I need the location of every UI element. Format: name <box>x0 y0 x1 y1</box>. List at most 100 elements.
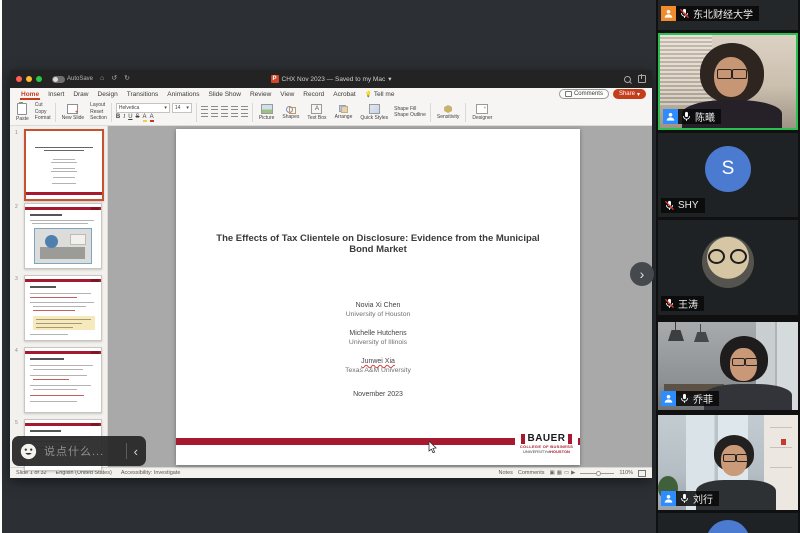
participant-tile-partial[interactable] <box>658 513 798 533</box>
shapes-button[interactable]: Shapes <box>280 105 301 120</box>
tab-animations[interactable]: Animations <box>166 91 200 100</box>
text-highlight-button[interactable]: A <box>143 114 147 122</box>
designer-button[interactable]: Designer <box>470 104 494 121</box>
text-box-button[interactable]: Text Box <box>305 104 328 121</box>
cut-button[interactable]: Cut <box>35 103 51 109</box>
decor-line <box>30 430 60 432</box>
tab-home[interactable]: Home <box>20 91 40 100</box>
align-center-button[interactable] <box>211 113 218 119</box>
line-spacing-button[interactable] <box>241 106 248 112</box>
decor-line <box>30 395 83 396</box>
tab-draw[interactable]: Draw <box>72 91 89 100</box>
mic-on-icon <box>679 493 690 504</box>
share-window-icon[interactable] <box>638 75 646 83</box>
share-button[interactable]: Share ▾ <box>613 89 646 99</box>
indent-increase-button[interactable] <box>231 106 238 112</box>
participant-tile-liuxing[interactable]: 刘行 <box>658 415 798 510</box>
slideshow-button[interactable]: ▶ <box>571 470 575 476</box>
participant-tile-shy[interactable]: S SHY <box>658 133 798 217</box>
tab-view[interactable]: View <box>279 91 295 100</box>
format-painter-button[interactable]: Format <box>35 116 51 122</box>
chat-quick-input[interactable]: 说点什么... ‹ <box>12 436 146 466</box>
zoom-window-button[interactable] <box>36 76 42 82</box>
accessibility-status[interactable]: Accessibility: Investigate <box>121 470 181 476</box>
text-direction-button[interactable] <box>241 113 248 119</box>
slide-thumbnail-3[interactable] <box>24 275 102 341</box>
participant-tile-dongbei[interactable]: 东北财经大学 <box>658 0 798 30</box>
thumb-number: 1 <box>15 130 18 136</box>
participants-panel[interactable]: 东北财经大学 <box>656 0 800 533</box>
decor-line <box>30 286 56 288</box>
thumb-number: 4 <box>15 348 18 354</box>
tab-record[interactable]: Record <box>302 91 325 100</box>
slide-thumbnail-4[interactable] <box>24 347 102 413</box>
comments-pane-button[interactable]: Comments <box>518 470 545 476</box>
slide-thumbnail-panel[interactable]: 1 2 3 4 5 <box>10 126 108 467</box>
numbering-button[interactable] <box>211 106 218 112</box>
close-window-button[interactable] <box>16 76 22 82</box>
sensitivity-button[interactable]: Sensitivity <box>435 105 462 120</box>
tab-review[interactable]: Review <box>249 91 272 100</box>
layout-button[interactable]: Layout <box>90 103 107 109</box>
notes-button[interactable]: Notes <box>499 470 513 476</box>
bold-button[interactable]: B <box>116 114 120 120</box>
participant-tile-qiaofei[interactable]: 乔菲 <box>658 322 798 410</box>
avatar-photo <box>702 236 754 288</box>
tab-design[interactable]: Design <box>97 91 119 100</box>
home-icon[interactable]: ⌂ <box>100 75 104 83</box>
chevron-left-icon[interactable]: ‹ <box>134 445 138 458</box>
fit-slide-button[interactable] <box>638 470 646 477</box>
minimize-window-button[interactable] <box>26 76 32 82</box>
decor-line <box>30 334 68 335</box>
expand-panel-button[interactable]: › <box>630 262 654 286</box>
tab-insert[interactable]: Insert <box>47 91 65 100</box>
align-right-button[interactable] <box>221 113 228 119</box>
tab-transitions[interactable]: Transitions <box>126 91 160 100</box>
reading-view-button[interactable]: ▭ <box>564 470 569 476</box>
ppt-body: 1 2 3 4 5 <box>10 126 652 467</box>
autosave-toggle[interactable]: AutoSave <box>52 76 93 83</box>
text-box-icon <box>311 104 322 114</box>
tab-tell-me[interactable]: 💡 Tell me <box>364 91 396 100</box>
zoom-slider[interactable] <box>580 473 614 474</box>
font-size-select[interactable]: 14 ▾ <box>172 103 192 113</box>
slide-thumbnail-2[interactable] <box>24 203 102 269</box>
undo-icon[interactable]: ↺ <box>111 75 117 83</box>
paste-button[interactable]: Paste <box>14 103 31 122</box>
slide-thumbnail-1-selected[interactable] <box>24 129 104 201</box>
tab-acrobat[interactable]: Acrobat <box>332 91 356 100</box>
tab-slide-show[interactable]: Slide Show <box>207 91 242 100</box>
redo-icon[interactable]: ↻ <box>124 75 130 83</box>
bullets-button[interactable] <box>201 106 208 112</box>
section-button[interactable]: Section <box>90 116 107 122</box>
decor-shelf-line <box>770 467 792 468</box>
comments-button[interactable]: Comments <box>559 89 609 99</box>
slide-date: November 2023 <box>176 391 580 398</box>
columns-button[interactable] <box>231 113 238 119</box>
search-icon[interactable] <box>624 76 631 83</box>
strikethrough-button[interactable]: S <box>136 114 140 120</box>
font-color-button[interactable]: A <box>150 114 154 122</box>
font-name-select[interactable]: Helvetica ▾ <box>116 103 170 113</box>
decor-glasses <box>723 454 736 462</box>
thumb-number: 2 <box>15 204 18 210</box>
indent-decrease-button[interactable] <box>221 106 228 112</box>
new-slide-button[interactable]: New Slide <box>60 104 87 121</box>
emoji-smiley-icon[interactable] <box>20 443 37 460</box>
quick-styles-button[interactable]: Quick Styles <box>358 104 390 121</box>
current-slide[interactable]: The Effects of Tax Clientele on Disclosu… <box>176 129 580 465</box>
underline-button[interactable]: U <box>128 114 132 120</box>
picture-button[interactable]: Picture <box>257 104 277 121</box>
align-left-button[interactable] <box>201 113 208 119</box>
chevron-right-icon: › <box>640 266 645 282</box>
arrange-button[interactable]: Arrange <box>333 105 355 120</box>
zoom-level[interactable]: 110% <box>619 470 633 476</box>
author-affiliation: University of Houston <box>176 310 580 319</box>
slide-sorter-view-button[interactable]: ▦ <box>557 470 562 476</box>
shape-outline-button[interactable]: Shape Outline <box>394 113 426 119</box>
normal-view-button[interactable]: ▣ <box>549 470 554 476</box>
italic-button[interactable]: I <box>123 114 125 120</box>
participant-tile-chenxi[interactable]: 陈曦 <box>658 33 798 130</box>
chat-placeholder[interactable]: 说点什么... <box>44 443 119 459</box>
participant-tile-wangtao[interactable]: 王涛 <box>658 220 798 315</box>
